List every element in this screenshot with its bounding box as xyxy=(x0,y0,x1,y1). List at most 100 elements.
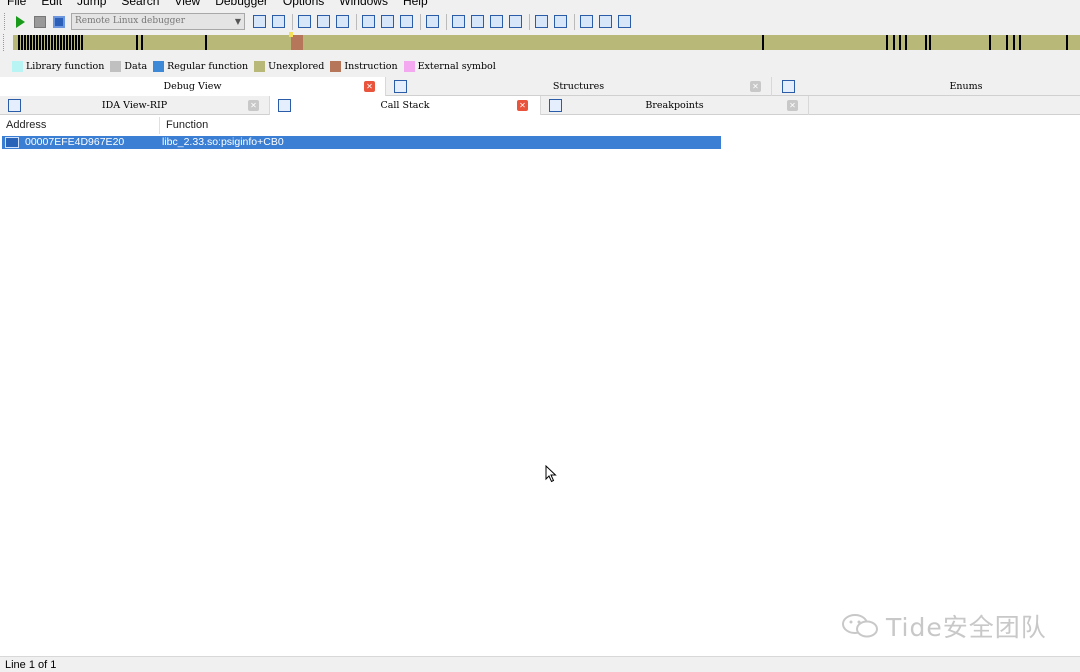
menu-windows[interactable]: Windows xyxy=(332,0,396,8)
tab-breakpoints[interactable]: Breakpoints ✕ xyxy=(541,96,809,115)
attach-process-button[interactable] xyxy=(251,13,268,30)
legend-swatch-unexplored xyxy=(254,60,266,72)
nav-tick xyxy=(136,35,138,50)
nav-tick xyxy=(1013,35,1015,50)
trace-options-icon xyxy=(509,15,522,28)
disable-breakpoint-button[interactable] xyxy=(334,13,351,30)
step-over-icon xyxy=(381,15,394,28)
nav-tick xyxy=(141,35,143,50)
debugger-toolbar: Remote Linux debugger ▼ xyxy=(0,11,1080,32)
step-into-icon xyxy=(362,15,375,28)
trace-function-icon xyxy=(471,15,484,28)
close-icon[interactable]: ✕ xyxy=(364,81,375,92)
nav-tick xyxy=(886,35,888,50)
call-stack-icon xyxy=(278,99,291,112)
close-icon[interactable]: ✕ xyxy=(787,100,798,111)
table-row[interactable]: 00007EFE4D967E20 libc_2.33.so:psiginfo+C… xyxy=(2,136,721,149)
legend-swatch-library xyxy=(12,60,23,72)
legend-swatch-regular xyxy=(153,60,165,72)
bottom-tab-bar: IDA View-RIP ✕ Call Stack ✕ Breakpoints … xyxy=(0,96,1080,115)
pause-icon xyxy=(33,15,46,28)
menu-file[interactable]: File xyxy=(0,0,34,8)
run-to-cursor-button[interactable] xyxy=(398,13,415,30)
legend-swatch-instruction xyxy=(330,60,342,72)
navband-grip[interactable] xyxy=(3,34,6,51)
trace-jump-button[interactable] xyxy=(488,13,505,30)
watermark: Tide安全团队 xyxy=(840,608,1047,644)
column-header-address[interactable]: Address xyxy=(0,117,160,134)
navigation-band[interactable] xyxy=(0,32,1080,51)
pause-process-button[interactable] xyxy=(31,13,48,30)
status-bar: Line 1 of 1 xyxy=(0,656,1080,672)
trace-icon xyxy=(452,15,465,28)
mouse-cursor-icon xyxy=(545,465,557,483)
step-over-button[interactable] xyxy=(379,13,396,30)
watch-view-button[interactable] xyxy=(578,13,595,30)
tab-label: Debug View xyxy=(163,81,222,92)
legend-label: Unexplored xyxy=(268,60,325,72)
nav-tick xyxy=(762,35,764,50)
nav-tick xyxy=(1066,35,1068,50)
debugger-select-value: Remote Linux debugger xyxy=(75,16,186,26)
add-watch-button[interactable] xyxy=(597,13,614,30)
step-until-return-button[interactable] xyxy=(424,13,441,30)
menu-view[interactable]: View xyxy=(167,0,208,8)
tab-structures[interactable]: Structures ✕ xyxy=(386,77,772,96)
view-modules-button[interactable] xyxy=(552,13,569,30)
tab-label: IDA View-RIP xyxy=(101,100,168,111)
column-header-function[interactable]: Function xyxy=(160,117,722,134)
chevron-down-icon: ▼ xyxy=(234,17,241,26)
watch-remove-icon xyxy=(618,15,631,28)
trace-function-button[interactable] xyxy=(469,13,486,30)
nav-tick xyxy=(899,35,901,50)
legend-swatch-external xyxy=(403,60,415,72)
toolbar-separator xyxy=(356,13,357,30)
breakpoint-disable-icon xyxy=(336,15,349,28)
menu-search[interactable]: Search xyxy=(114,0,167,8)
thread-list-button[interactable] xyxy=(296,13,313,30)
address-cell: 00007EFE4D967E20 xyxy=(2,136,162,149)
trace-options-button[interactable] xyxy=(507,13,524,30)
legend-label: Library function xyxy=(26,60,105,72)
play-icon xyxy=(16,15,25,28)
tab-debug-view[interactable]: Debug View ✕ xyxy=(0,77,386,96)
menu-bar: File Edit Jump Search View Debugger Opti… xyxy=(0,0,1080,8)
nav-tick xyxy=(1019,35,1021,50)
menu-help[interactable]: Help xyxy=(396,0,436,8)
terminate-process-button[interactable] xyxy=(50,13,67,30)
tab-enums[interactable]: Enums xyxy=(772,77,1080,96)
nav-instruction-block xyxy=(291,35,303,50)
detach-process-button[interactable] xyxy=(270,13,287,30)
close-icon[interactable]: ✕ xyxy=(248,100,259,111)
toolbar-separator xyxy=(446,13,447,30)
close-icon[interactable]: ✕ xyxy=(517,100,528,111)
close-icon[interactable]: ✕ xyxy=(750,81,761,92)
menu-jump[interactable]: Jump xyxy=(70,0,114,8)
navigation-bar[interactable] xyxy=(13,32,1080,50)
legend-label: Data xyxy=(124,60,148,72)
menu-debugger[interactable]: Debugger xyxy=(208,0,276,8)
add-breakpoint-button[interactable] xyxy=(315,13,332,30)
debugger-select[interactable]: Remote Linux debugger ▼ xyxy=(71,13,245,30)
nav-ticks-library xyxy=(18,35,84,50)
step-into-button[interactable] xyxy=(360,13,377,30)
tab-label: Call Stack xyxy=(380,100,430,111)
view-registers-button[interactable] xyxy=(533,13,550,30)
attach-icon xyxy=(253,15,266,28)
menu-edit[interactable]: Edit xyxy=(34,0,70,8)
toolbar-separator xyxy=(574,13,575,30)
nav-tick xyxy=(925,35,927,50)
tab-ida-view-rip[interactable]: IDA View-RIP ✕ xyxy=(0,96,270,115)
toolbar-grip[interactable] xyxy=(4,13,7,30)
start-process-button[interactable] xyxy=(12,13,29,30)
trace-jump-icon xyxy=(490,15,503,28)
tab-call-stack[interactable]: Call Stack ✕ xyxy=(270,96,541,115)
modules-icon xyxy=(554,15,567,28)
remove-watch-button[interactable] xyxy=(616,13,633,30)
trace-instruction-button[interactable] xyxy=(450,13,467,30)
glasses-icon xyxy=(580,15,593,28)
toolbar-separator xyxy=(292,13,293,30)
breakpoints-icon xyxy=(549,99,562,112)
menu-options[interactable]: Options xyxy=(276,0,332,8)
legend-swatch-data xyxy=(110,60,122,72)
